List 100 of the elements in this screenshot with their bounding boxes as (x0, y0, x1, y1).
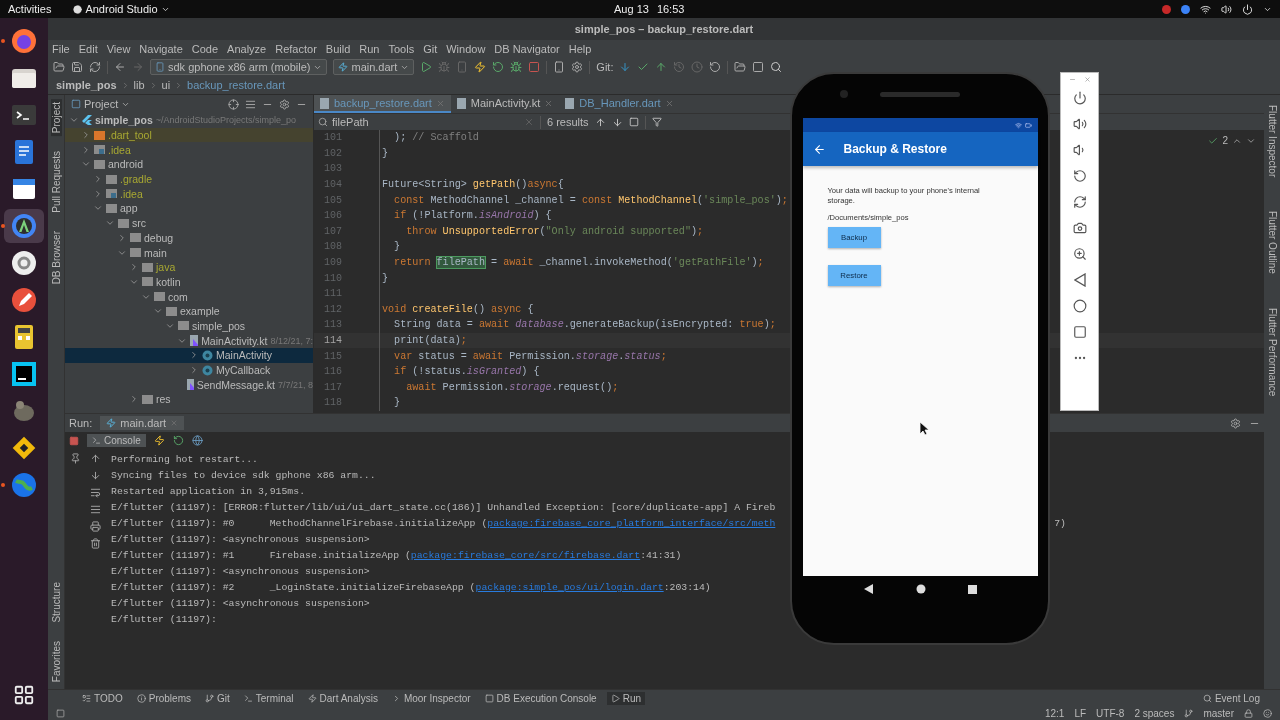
wrap-icon[interactable] (89, 487, 101, 498)
record-icon[interactable] (1162, 4, 1171, 14)
tool-window-tab[interactable]: Flutter Inspector (1266, 105, 1278, 178)
chevron-right-icon[interactable] (189, 365, 199, 376)
previous-icon[interactable] (594, 116, 606, 128)
git-branch[interactable]: master (1203, 707, 1234, 719)
breadcrumb-item[interactable]: backup_restore.dart (187, 79, 285, 91)
menu-item[interactable]: Build (325, 43, 351, 55)
commit-icon[interactable] (637, 61, 650, 73)
tool-window-tab[interactable]: Flutter Outline (1266, 211, 1278, 275)
stop-icon[interactable] (69, 435, 79, 446)
locate-icon[interactable] (228, 98, 239, 110)
next-icon[interactable] (611, 116, 623, 128)
down-icon[interactable] (89, 470, 101, 481)
tool-window-tab[interactable]: Favorites (50, 637, 62, 685)
tree-item[interactable]: java (65, 259, 313, 275)
editor-tab[interactable]: MainActivity.kt (450, 95, 560, 113)
globe-icon[interactable] (191, 435, 203, 446)
menu-item[interactable]: File (52, 43, 70, 55)
globe-icon[interactable] (10, 471, 38, 499)
rollback-icon[interactable] (709, 61, 722, 73)
project-structure-icon[interactable] (734, 61, 747, 73)
tool-window-tab[interactable]: Project (50, 99, 62, 137)
restart-icon[interactable] (172, 435, 184, 446)
volume-up-icon[interactable] (1072, 117, 1087, 131)
menu-item[interactable]: Navigate (139, 43, 183, 55)
grid-icon[interactable] (13, 684, 35, 706)
tree-item[interactable]: example (65, 303, 313, 319)
tree-item[interactable]: debug (65, 230, 313, 246)
menu-item[interactable]: Refactor (275, 43, 317, 55)
square-app-icon[interactable] (10, 360, 38, 388)
settings-icon[interactable] (279, 98, 290, 110)
save-icon[interactable] (71, 61, 83, 73)
hot-reload-icon[interactable] (474, 61, 487, 73)
chevron-right-icon[interactable] (129, 262, 139, 273)
breadcrumb-item[interactable]: ui (161, 79, 171, 91)
scroll-end-icon[interactable] (89, 504, 101, 515)
chevron-right-icon[interactable] (93, 174, 103, 185)
back-icon[interactable] (1073, 273, 1086, 287)
tool-window-tab[interactable]: Flutter Performance (1266, 308, 1278, 397)
file-link[interactable]: package:firebase_core/src/firebase.dart (410, 549, 641, 561)
lock-icon[interactable] (1244, 708, 1253, 718)
tree-item[interactable]: res (65, 392, 313, 407)
select-all-icon[interactable] (628, 117, 639, 127)
chevron-right-icon[interactable] (129, 394, 139, 405)
smile-icon[interactable] (1263, 708, 1272, 718)
rotate-left-icon[interactable] (1072, 169, 1087, 183)
pin-icon[interactable] (69, 453, 81, 464)
tree-item[interactable]: .idea (65, 186, 313, 202)
run-icon[interactable] (420, 61, 433, 73)
device-manager-icon[interactable] (553, 61, 566, 73)
event-log-button[interactable]: Event Log (1198, 691, 1264, 705)
tool-window-tab[interactable]: Structure (50, 579, 62, 626)
line-separator[interactable]: LF (1074, 707, 1087, 719)
project-view-selector[interactable]: Project (71, 98, 131, 110)
power-icon[interactable] (1072, 91, 1087, 105)
layout-icon[interactable] (752, 61, 765, 73)
tree-item[interactable]: simple_pos (65, 318, 313, 334)
network-icon[interactable] (1200, 3, 1211, 15)
chevron-right-icon[interactable] (81, 144, 91, 155)
tool-window-button[interactable]: TODO (78, 691, 127, 705)
zoom-icon[interactable] (1072, 247, 1087, 261)
tree-item[interactable]: .dart_tool (65, 127, 313, 143)
menu-item[interactable]: Help (568, 43, 592, 55)
tree-item[interactable]: kotlin (65, 274, 313, 290)
file-link[interactable]: package:firebase_core_platform_interface/src/meth (487, 517, 776, 529)
settings-icon[interactable] (1230, 417, 1241, 429)
back-icon[interactable] (863, 584, 874, 594)
chat-icon[interactable] (1181, 4, 1190, 14)
browser-icon[interactable] (10, 27, 38, 55)
expand-all-icon[interactable] (245, 98, 256, 110)
clock[interactable]: Aug 13 16:53 (614, 3, 685, 15)
chevron-right-icon[interactable] (117, 232, 127, 243)
tree-item[interactable]: .idea (65, 142, 313, 158)
device-selector[interactable]: sdk gphone x86 arm (mobile) (150, 59, 328, 75)
app-menu[interactable]: Android Studio (73, 3, 170, 15)
run-tab[interactable]: main.dart (100, 416, 185, 430)
push-icon[interactable] (655, 61, 668, 73)
home-icon[interactable] (1072, 299, 1087, 313)
tool-window-button[interactable]: DB Execution Console (480, 691, 601, 705)
encoding[interactable]: UTF-8 (1096, 707, 1125, 719)
menu-item[interactable]: Edit (78, 43, 98, 55)
breadcrumb-item[interactable]: simple_pos (56, 79, 117, 91)
caret-position[interactable]: 12:1 (1044, 707, 1065, 719)
tool-window-tab[interactable]: Pull Requests (50, 148, 62, 216)
trash-icon[interactable] (89, 538, 101, 549)
tool-window-button[interactable]: Git (200, 691, 234, 705)
tree-item[interactable]: MainActivity.kt 8/12/21, 7: (65, 333, 313, 348)
run-config-selector[interactable]: main.dart (333, 59, 415, 75)
chevron-right-icon[interactable] (189, 350, 199, 361)
open-folder-icon[interactable] (53, 61, 65, 73)
search-field[interactable]: filePath (318, 116, 518, 128)
menu-item[interactable]: Run (359, 43, 380, 55)
tool-window-button[interactable]: Dart Analysis (303, 691, 382, 705)
tree-item[interactable]: src (65, 215, 313, 231)
up-icon[interactable] (89, 453, 101, 464)
chevron-right-icon[interactable] (81, 130, 91, 141)
volume-icon[interactable] (1221, 3, 1232, 15)
tool-window-button[interactable]: Moor Inspector (387, 691, 475, 705)
editor-tab[interactable]: DB_Handler.dart (559, 95, 680, 113)
